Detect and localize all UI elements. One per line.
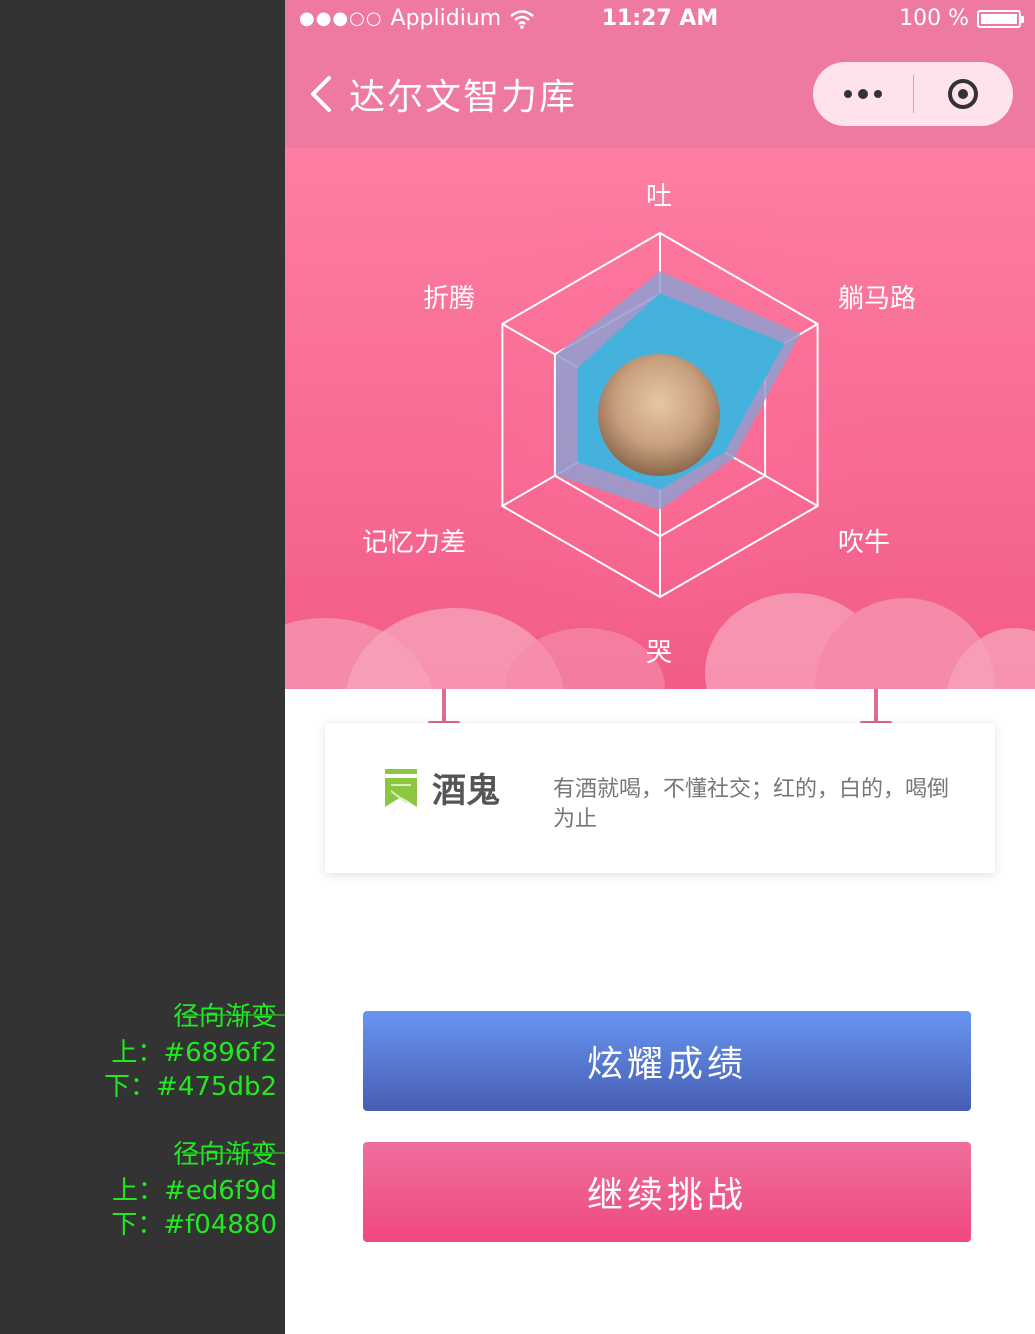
annotation-top-color: 上：#ed6f9d	[111, 1176, 277, 1206]
card-hanger-left	[442, 689, 446, 725]
target-circle-icon[interactable]	[914, 62, 1014, 126]
status-bar: ●●●○○ Applidium 11:27 AM 100 %	[285, 0, 1035, 40]
result-description: 有酒就喝，不懂社交；红的，白的，喝倒为止	[553, 777, 950, 832]
avatar	[598, 354, 720, 476]
chevron-left-icon[interactable]	[305, 70, 345, 118]
page-title: 达尔文智力库	[349, 77, 578, 118]
phone-screen: ●●●○○ Applidium 11:27 AM 100 % 达尔文智力库 吐 …	[285, 0, 1035, 1334]
radar-label-top: 吐	[646, 182, 673, 212]
bookmark-icon	[385, 769, 417, 807]
radar-label-upper-left: 折腾	[423, 284, 476, 314]
result-name: 酒鬼	[432, 771, 500, 811]
annotation-top-color: 上：#6896f2	[111, 1038, 277, 1068]
annotation-heading: 径向渐变	[172, 1140, 277, 1170]
annotation-bottom-color: 下：#f04880	[111, 1210, 277, 1240]
radar-label-lower-right: 吹牛	[838, 528, 891, 558]
radar-label-bottom: 哭	[646, 638, 673, 668]
battery-icon	[977, 9, 1024, 28]
result-card: 酒鬼 有酒就喝，不懂社交；红的，白的，喝倒为止	[325, 723, 995, 873]
continue-challenge-button[interactable]: 继续挑战	[363, 1142, 971, 1242]
radar-hero: 吐 躺马路 吹牛 哭 记忆力差 折腾	[285, 148, 1035, 689]
annotation-heading: 径向渐变	[172, 1002, 277, 1032]
battery-percent: 100 %	[899, 6, 969, 31]
radar-label-upper-right: 躺马路	[838, 284, 917, 314]
card-hanger-right	[874, 689, 878, 725]
radar-label-lower-left: 记忆力差	[362, 528, 467, 558]
annotation-bottom-color: 下：#475db2	[104, 1072, 277, 1102]
navigation-bar: 达尔文智力库	[285, 40, 1035, 148]
more-dots-icon[interactable]	[813, 62, 913, 126]
show-score-button[interactable]: 炫耀成绩	[363, 1011, 971, 1111]
menu-capsule	[813, 62, 1013, 126]
